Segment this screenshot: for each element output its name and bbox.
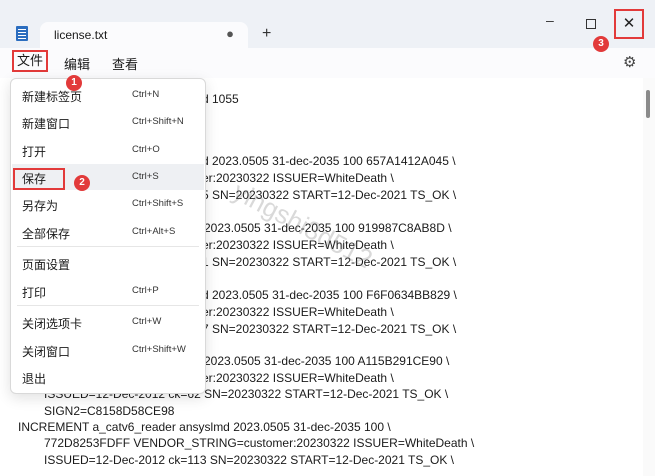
gear-icon[interactable]: ⚙ bbox=[623, 53, 636, 71]
title-bar: license.txt ● + – ✕ bbox=[0, 0, 655, 48]
text-line: d 2023.0505 31-dec-2035 100 F6F0634BB829… bbox=[202, 288, 457, 302]
menu-item-label: 另存为 bbox=[22, 199, 59, 213]
maximize-button[interactable] bbox=[586, 19, 596, 29]
menu-view[interactable]: 查看 bbox=[112, 54, 138, 73]
menu-item-shortcut: Ctrl+W bbox=[132, 316, 162, 327]
text-line: 7 SN=20230322 START=12-Dec-2021 TS_OK \ bbox=[202, 322, 457, 336]
menu-item-new-tab[interactable]: 新建标签页 Ctrl+N bbox=[12, 82, 204, 108]
menu-file[interactable]: 文件 bbox=[12, 50, 48, 72]
menu-item-save-as[interactable]: 另存为 Ctrl+Shift+S bbox=[12, 191, 204, 217]
menu-item-shortcut: Ctrl+Shift+S bbox=[132, 198, 184, 209]
text-line: er:20230322 ISSUER=WhiteDeath \ bbox=[202, 371, 394, 385]
text-line: 2023.0505 31-dec-2035 100 A115B291CE90 \ bbox=[204, 354, 450, 368]
menu-item-open[interactable]: 打开 Ctrl+O bbox=[12, 137, 204, 163]
menu-item-print[interactable]: 打印 Ctrl+P bbox=[12, 278, 204, 304]
menu-item-shortcut: Ctrl+P bbox=[132, 285, 159, 296]
text-line: d 1055 bbox=[202, 92, 239, 106]
menu-bar: 文件 编辑 查看 ⚙ bbox=[0, 48, 655, 78]
menu-item-new-window[interactable]: 新建窗口 Ctrl+Shift+N bbox=[12, 109, 204, 135]
menu-edit[interactable]: 编辑 bbox=[64, 54, 90, 73]
step-badge-3: 3 bbox=[593, 36, 609, 52]
menu-item-label: 打开 bbox=[22, 145, 47, 159]
text-line: er:20230322 ISSUER=WhiteDeath \ bbox=[202, 171, 394, 185]
menu-item-page-setup[interactable]: 页面设置 bbox=[12, 250, 204, 276]
menu-item-shortcut: Ctrl+Alt+S bbox=[132, 226, 176, 237]
menu-item-label: 关闭选项卡 bbox=[22, 317, 83, 331]
menu-item-label: 页面设置 bbox=[22, 258, 71, 272]
step-badge-1: 1 bbox=[66, 75, 82, 91]
text-line: ISSUED=12-Dec-2012 ck=113 SN=20230322 ST… bbox=[44, 453, 455, 467]
close-button[interactable]: ✕ bbox=[614, 9, 644, 39]
menu-item-close-window[interactable]: 关闭窗口 Ctrl+Shift+W bbox=[12, 337, 204, 363]
text-line: SIGN2=C8158D58CE98 bbox=[44, 404, 175, 418]
vertical-scrollbar[interactable] bbox=[643, 78, 655, 476]
menu-item-save[interactable]: 保存 Ctrl+S bbox=[12, 164, 204, 190]
menu-item-shortcut: Ctrl+Shift+W bbox=[132, 344, 186, 355]
menu-item-shortcut: Ctrl+O bbox=[132, 144, 160, 155]
menu-item-exit[interactable]: 退出 bbox=[12, 364, 204, 390]
file-menu-dropdown: 新建标签页 Ctrl+N 新建窗口 Ctrl+Shift+N 打开 Ctrl+O… bbox=[10, 78, 206, 394]
tab-license[interactable]: license.txt ● bbox=[40, 22, 248, 48]
tab-title: license.txt bbox=[54, 28, 108, 42]
new-tab-button[interactable]: + bbox=[262, 25, 271, 43]
menu-item-label: 退出 bbox=[22, 372, 47, 386]
scrollbar-thumb[interactable] bbox=[646, 90, 650, 118]
menu-separator bbox=[17, 305, 199, 306]
text-line: INCREMENT a_catv6_reader ansyslmd 2023.0… bbox=[18, 420, 391, 434]
text-line: er:20230322 ISSUER=WhiteDeath \ bbox=[202, 305, 394, 319]
menu-item-label: 全部保存 bbox=[22, 227, 71, 241]
text-line: d 2023.0505 31-dec-2035 100 657A1412A045… bbox=[202, 154, 456, 168]
menu-item-close-tab[interactable]: 关闭选项卡 Ctrl+W bbox=[12, 309, 204, 335]
menu-separator bbox=[17, 246, 199, 247]
unsaved-dot-icon[interactable]: ● bbox=[226, 26, 234, 41]
menu-item-shortcut: Ctrl+Shift+N bbox=[132, 116, 184, 127]
menu-item-label: 新建窗口 bbox=[22, 117, 71, 131]
step-badge-2: 2 bbox=[74, 175, 90, 191]
text-line: 772D8253FDFF VENDOR_STRING=customer:2023… bbox=[44, 436, 475, 450]
notepad-icon bbox=[16, 26, 28, 41]
menu-item-label: 关闭窗口 bbox=[22, 345, 71, 359]
menu-item-shortcut: Ctrl+N bbox=[132, 89, 160, 100]
menu-item-label: 保存 bbox=[22, 172, 47, 186]
menu-item-save-all[interactable]: 全部保存 Ctrl+Alt+S bbox=[12, 219, 204, 245]
menu-item-shortcut: Ctrl+S bbox=[132, 171, 159, 182]
minimize-button[interactable]: – bbox=[546, 12, 554, 28]
menu-item-label: 打印 bbox=[22, 286, 47, 300]
